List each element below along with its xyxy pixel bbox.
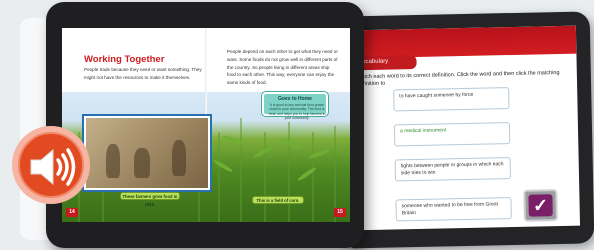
quiz-screen: Vocabulary Match each word to its correc… bbox=[351, 25, 581, 231]
right-page-text: People depend on each other to get what … bbox=[227, 49, 338, 86]
photo-caption: These farmers grow food in 1910. bbox=[120, 192, 180, 207]
checkmark-icon: ✓ bbox=[528, 194, 553, 217]
book-spine bbox=[205, 28, 207, 128]
audio-button-face bbox=[18, 132, 84, 198]
page-number-left: 14 bbox=[66, 208, 78, 217]
quiz-option[interactable]: fights between people or groups in which… bbox=[394, 157, 512, 182]
quiz-header-bar bbox=[351, 25, 577, 59]
quiz-option[interactable]: a medical instrument bbox=[393, 122, 511, 147]
page-title: Working Together bbox=[84, 54, 165, 65]
field-caption: This is a field of corn. bbox=[252, 196, 304, 204]
tip-box: Goes to Home It is good to buy and eat f… bbox=[262, 92, 328, 120]
speaker-icon bbox=[30, 148, 76, 186]
audio-button[interactable] bbox=[12, 126, 90, 204]
quiz-instructions: Match each word to its correct definitio… bbox=[356, 70, 560, 87]
tip-title: Goes to Home bbox=[278, 96, 312, 102]
book-screen: Working Together People trade because th… bbox=[62, 28, 350, 222]
quiz-tablet: Vocabulary Match each word to its correc… bbox=[335, 11, 594, 249]
historical-farmers-photo bbox=[84, 116, 210, 190]
check-answer-button[interactable]: ✓ bbox=[523, 189, 558, 222]
tip-text: It is good to buy and eat food grown clo… bbox=[268, 103, 326, 121]
quiz-option[interactable]: someone who wanted to be free from Great… bbox=[395, 197, 512, 222]
page-number-right: 15 bbox=[334, 208, 346, 217]
quiz-option[interactable]: to have caught someone by force bbox=[393, 87, 510, 112]
book-tablet: Working Together People trade because th… bbox=[46, 2, 364, 248]
left-page-text: People trade because they need or want s… bbox=[84, 67, 202, 80]
